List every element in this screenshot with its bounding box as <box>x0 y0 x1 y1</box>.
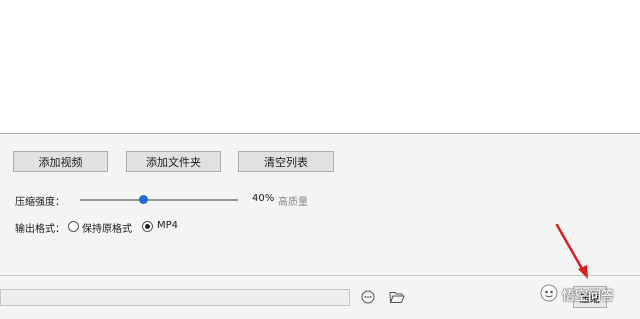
radio-selected-dot <box>145 224 150 229</box>
file-list[interactable] <box>0 0 640 134</box>
annotation-arrow-icon <box>555 223 588 279</box>
mp4-label[interactable]: MP4 <box>157 220 178 231</box>
more-dots-icon[interactable] <box>361 290 375 304</box>
radio-keep-original[interactable] <box>68 221 79 232</box>
radio-mp4[interactable] <box>142 221 153 232</box>
clear-list-button[interactable]: 清空列表 <box>238 151 334 172</box>
watermark: 悟空问答 <box>540 283 640 305</box>
compression-slider-thumb[interactable] <box>138 195 148 204</box>
folder-open-icon[interactable] <box>389 290 405 304</box>
options-panel: 添加视频 添加文件夹 清空列表 压缩强度： 40% 高质量 输出格式： 保持原格… <box>0 134 640 275</box>
keep-original-label[interactable]: 保持原格式 <box>82 220 132 235</box>
app-window: 添加视频 添加文件夹 清空列表 压缩强度： 40% 高质量 输出格式： 保持原格… <box>0 0 640 319</box>
output-path-input[interactable] <box>0 289 350 306</box>
watermark-text: 悟空问答 <box>562 289 615 304</box>
compression-percent: 40% <box>252 193 275 204</box>
add-folder-button[interactable]: 添加文件夹 <box>126 151 221 172</box>
compression-slider-track[interactable] <box>80 199 238 201</box>
compression-quality-text: 高质量 <box>278 197 308 208</box>
add-video-button[interactable]: 添加视频 <box>13 151 108 172</box>
watermark-logo-icon <box>540 284 558 302</box>
compression-label: 压缩强度： <box>15 197 65 208</box>
output-format-label: 输出格式： <box>15 224 65 235</box>
